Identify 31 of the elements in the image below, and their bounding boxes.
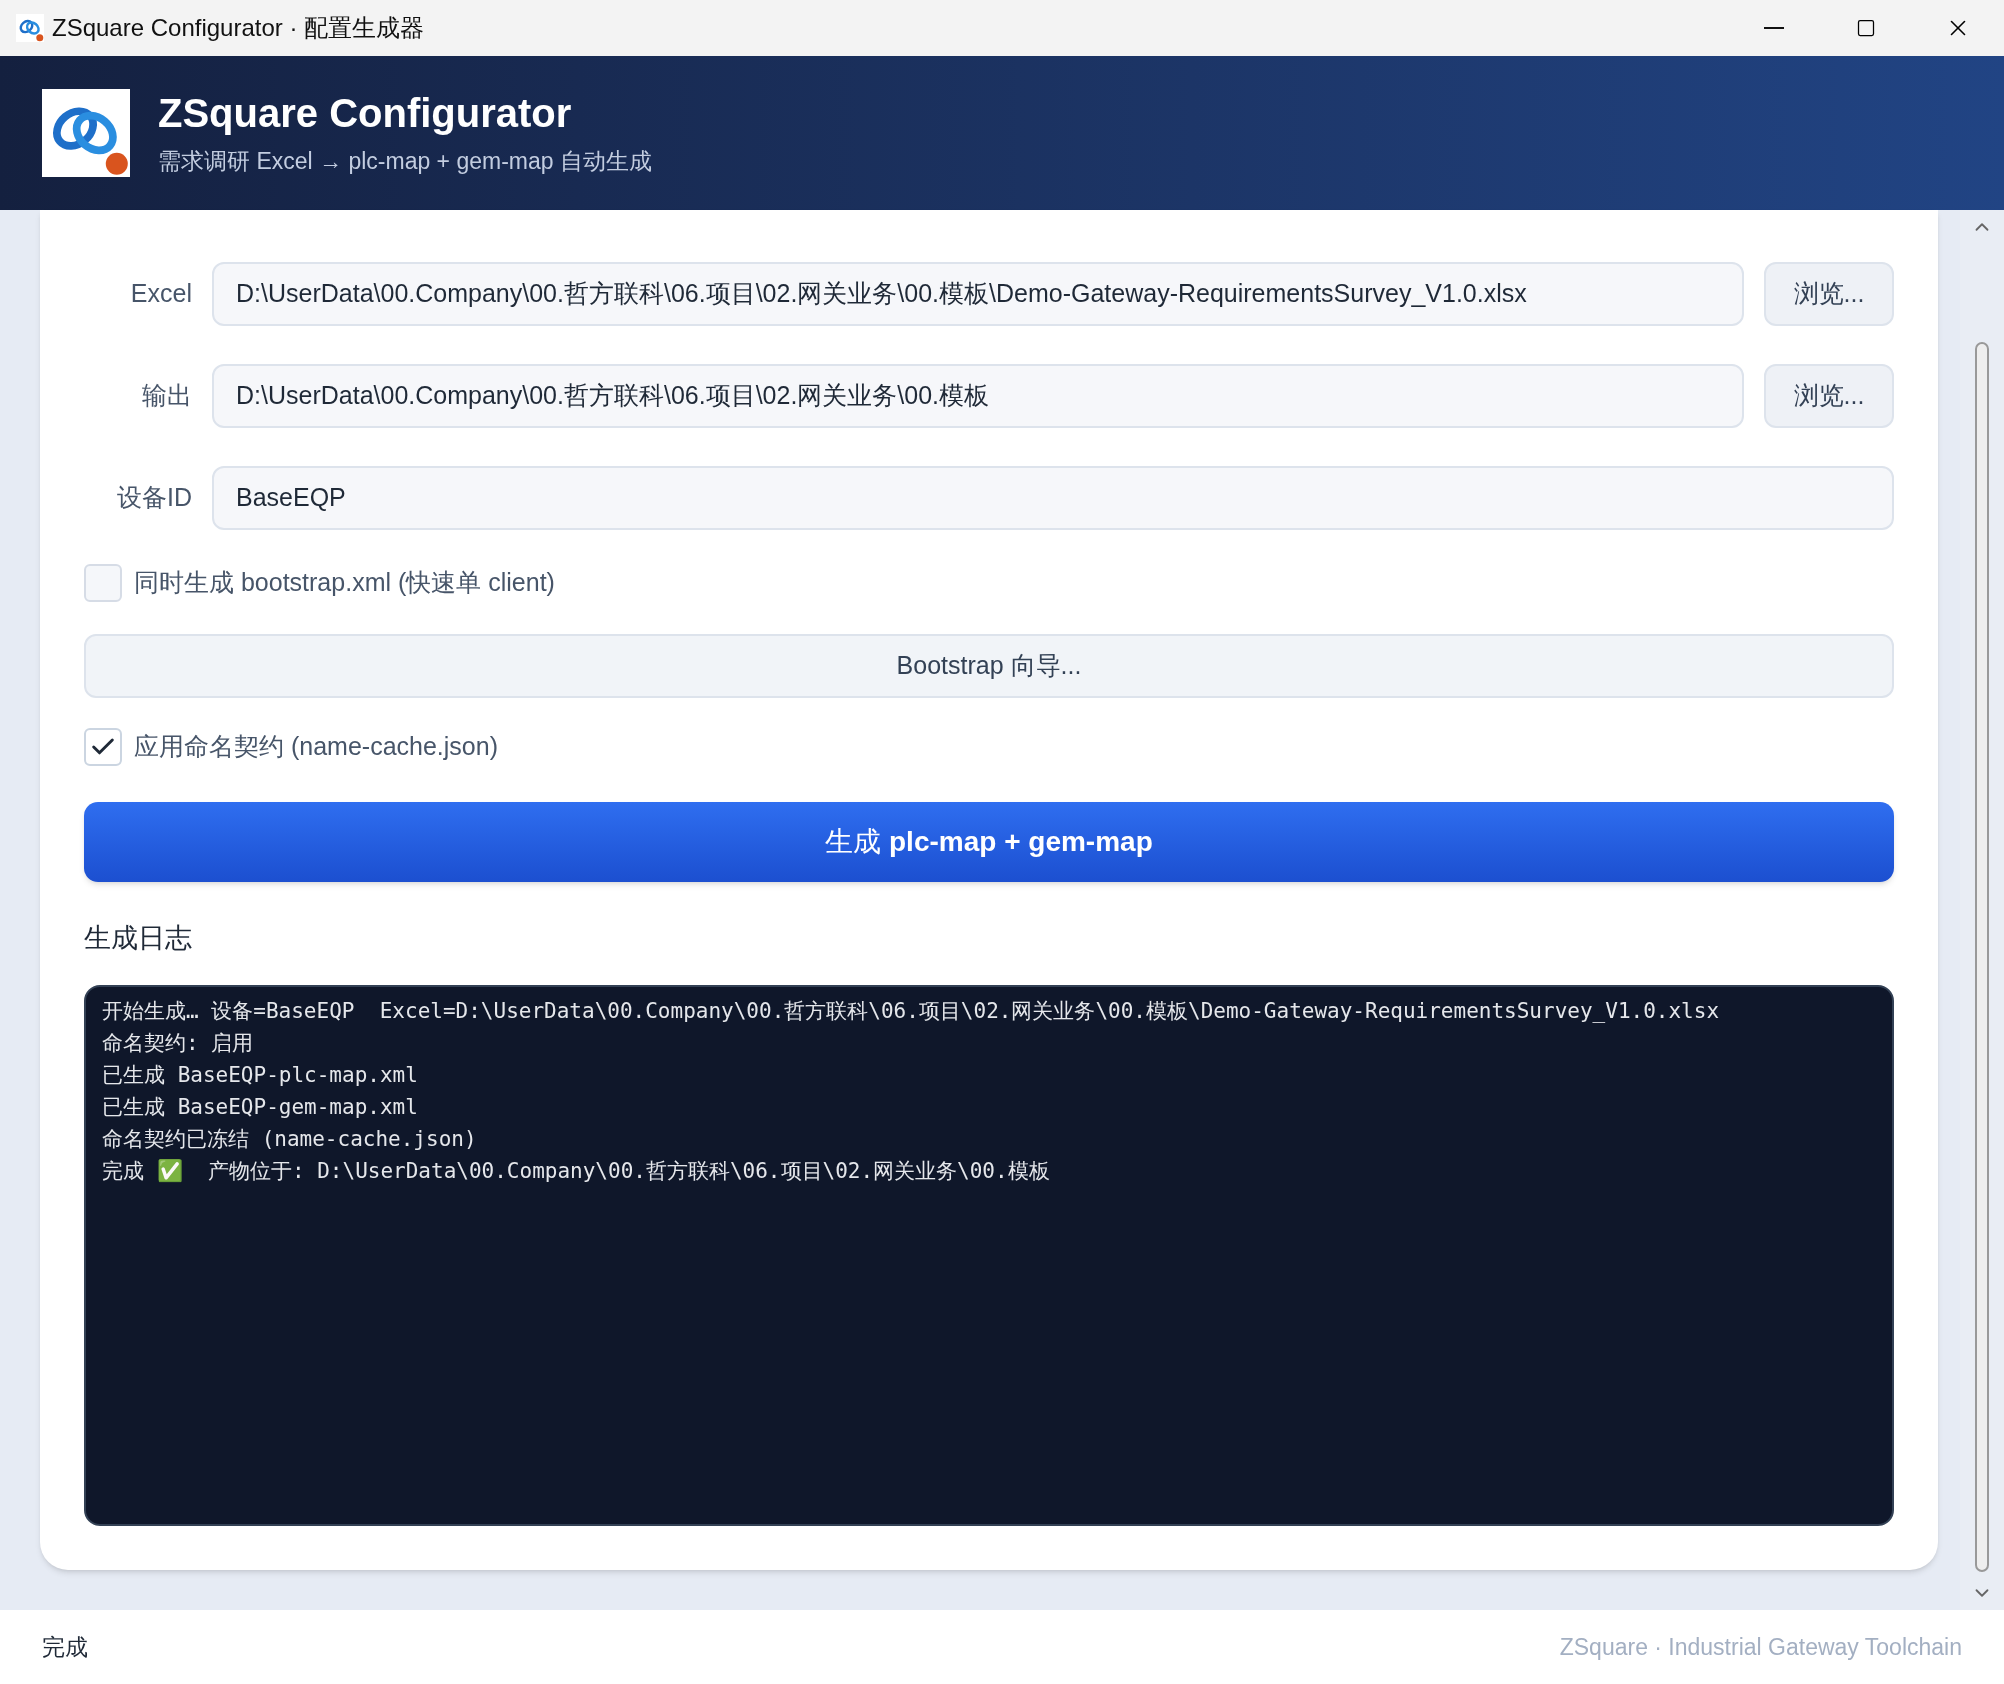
app-title: ZSquare Configurator bbox=[158, 89, 573, 137]
generate-button[interactable]: 生成 plc-map + gem-map bbox=[84, 802, 1894, 882]
checkbox[interactable] bbox=[84, 564, 122, 602]
path-field[interactable]: BaseEQP bbox=[212, 466, 1894, 530]
maximize-icon bbox=[1856, 18, 1876, 38]
status-text: 完成 bbox=[42, 1632, 88, 1662]
bootstrap-wizard-button[interactable]: Bootstrap 向导... bbox=[84, 634, 1894, 698]
browse-button[interactable]: 浏览... bbox=[1764, 262, 1894, 326]
path-field[interactable]: D:\UserData\00.Company\00.哲方联科\06.项目\02.网关业务\00.模板\Demo-Gateway-RequirementsSurvey_V1.0.xlsx bbox=[212, 262, 1744, 326]
field-label: 输出 bbox=[141, 380, 192, 412]
log-line: 开始生成… 设备=BaseEQP Excel=D:\UserData\00.Company\00.哲方联科\06.项目\02.网关业务\00.模板\Demo-Gateway-RequirementsSurvey_V1.0.xlsx bbox=[102, 997, 1721, 1025]
field-label: 设备ID bbox=[116, 482, 192, 514]
checkbox-label: 同时生成 bootstrap.xml (快速单 client) bbox=[134, 567, 555, 599]
app-logo-icon bbox=[16, 14, 44, 42]
app-logo-icon bbox=[42, 89, 130, 177]
field-label: Excel bbox=[129, 278, 192, 310]
credit-text: ZSquare · Industrial Gateway Toolchain bbox=[1559, 1632, 1962, 1662]
checkbox-label: 应用命名契约 (name-cache.json) bbox=[134, 731, 498, 763]
log-line: 已生成 BaseEQP-gem-map.xml bbox=[102, 1093, 419, 1121]
checkbox[interactable] bbox=[84, 728, 122, 766]
window-title: ZSquare Configurator · 配置生成器 bbox=[52, 13, 425, 43]
log-title: 生成日志 bbox=[84, 922, 193, 955]
app-subtitle: 需求调研 Excel → plc-map + gem-map 自动生成 bbox=[158, 146, 652, 176]
browse-button[interactable]: 浏览... bbox=[1764, 364, 1894, 428]
log-line: 命名契约: 启用 bbox=[102, 1029, 255, 1057]
log-line: 完成 ✅ 产物位于: D:\UserData\00.Company\00.哲方联科\06.项目\02.网关业务\00.模板 bbox=[102, 1157, 1051, 1185]
scrollbar-thumb[interactable] bbox=[1975, 342, 1989, 1572]
minimize-icon bbox=[1764, 27, 1784, 29]
log-line: 已生成 BaseEQP-plc-map.xml bbox=[102, 1061, 419, 1089]
log-line: 命名契约已冻结 (name-cache.json) bbox=[102, 1125, 478, 1153]
path-field[interactable]: D:\UserData\00.Company\00.哲方联科\06.项目\02.网关业务\00.模板 bbox=[212, 364, 1744, 428]
